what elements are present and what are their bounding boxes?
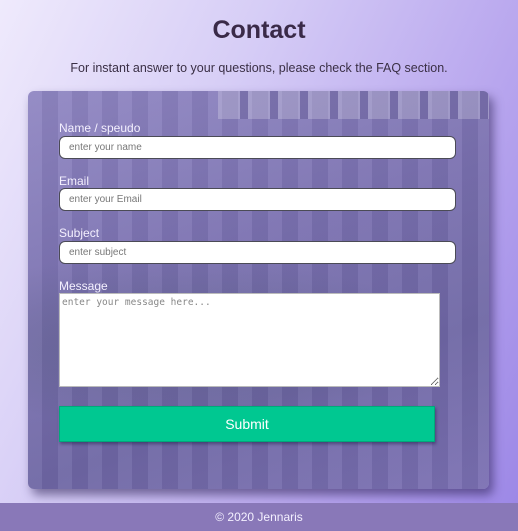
message-textarea[interactable] — [59, 293, 440, 387]
subject-label: Subject — [59, 226, 100, 240]
message-label: Message — [59, 279, 108, 293]
submit-button[interactable]: Submit — [59, 406, 435, 442]
name-input[interactable] — [59, 136, 456, 159]
page-title: Contact — [212, 16, 306, 44]
email-label: Email — [59, 174, 90, 188]
footer: © 2020 Jennaris — [0, 503, 518, 531]
email-input[interactable] — [59, 188, 456, 211]
contact-form-card: Name / speudo Email Subject Message Subm… — [28, 91, 489, 489]
subject-input[interactable] — [59, 241, 456, 264]
name-label: Name / speudo — [59, 121, 141, 135]
background-texture — [218, 91, 489, 119]
page-subtitle: For instant answer to your questions, pl… — [70, 61, 448, 75]
